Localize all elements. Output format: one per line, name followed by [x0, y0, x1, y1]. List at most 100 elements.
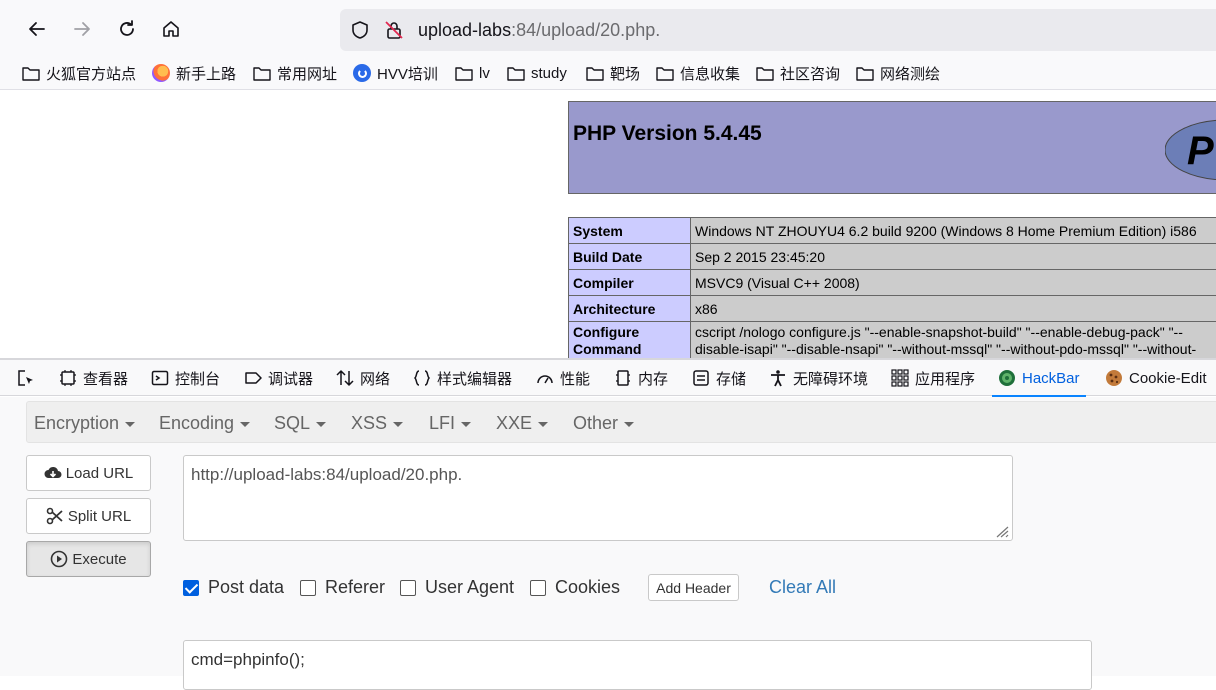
devtools-tabbar: 查看器 控制台 调试器 网络 样式编辑器 性能 内存 存储 无障碍环境 应用程序…: [0, 358, 1216, 396]
table-row: Architecture x86: [569, 296, 1216, 322]
post-data-textarea[interactable]: cmd=phpinfo();: [183, 640, 1092, 690]
bookmark-label: 新手上路: [176, 63, 236, 84]
performance-icon: [536, 369, 554, 387]
load-url-button[interactable]: Load URL: [26, 455, 151, 491]
menu-encoding[interactable]: Encoding: [159, 413, 250, 434]
menu-xxe[interactable]: XXE: [496, 413, 548, 434]
bookmark-item[interactable]: 网络测绘: [856, 63, 940, 83]
tab-label: 查看器: [83, 368, 128, 389]
bookmark-item[interactable]: 靶场: [586, 63, 640, 83]
referer-checkbox[interactable]: [300, 580, 316, 596]
caret-down-icon: [624, 422, 634, 427]
caret-down-icon: [125, 422, 135, 427]
style-editor-icon: [413, 369, 431, 387]
split-url-button[interactable]: Split URL: [26, 498, 151, 534]
folder-icon: [856, 66, 874, 81]
tab-label: 存储: [716, 368, 746, 389]
tab-memory[interactable]: 内存: [614, 360, 668, 396]
svg-text:P: P: [1187, 129, 1214, 173]
tab-accessibility[interactable]: 无障碍环境: [769, 360, 868, 396]
tab-cookie-editor[interactable]: Cookie-Edit: [1105, 360, 1207, 396]
folder-icon: [586, 66, 604, 81]
pick-element-button[interactable]: [17, 360, 41, 396]
add-header-button[interactable]: Add Header: [648, 574, 739, 601]
url-text[interactable]: upload-labs:84/upload/20.php.: [418, 20, 660, 41]
url-textarea[interactable]: http://upload-labs:84/upload/20.php.: [183, 455, 1013, 541]
execute-button[interactable]: Execute: [26, 541, 151, 577]
option-label: User Agent: [425, 577, 514, 598]
bookmark-item[interactable]: study: [507, 63, 567, 83]
tab-storage[interactable]: 存储: [692, 360, 746, 396]
resize-grip-icon[interactable]: [995, 526, 1009, 538]
table-key: Build Date: [569, 244, 691, 270]
reload-icon: [117, 19, 137, 39]
option-label: Cookies: [555, 577, 620, 598]
menu-label: LFI: [429, 413, 455, 433]
phpinfo-header: PHP Version 5.4.45 P: [568, 101, 1216, 194]
application-icon: [891, 369, 909, 387]
referer-option[interactable]: Referer: [300, 577, 385, 598]
user-agent-checkbox[interactable]: [400, 580, 416, 596]
tab-hackbar[interactable]: HackBar: [998, 360, 1080, 396]
caret-down-icon: [461, 422, 471, 427]
tab-label: 应用程序: [915, 368, 975, 389]
home-button[interactable]: [156, 14, 186, 44]
url-path: :84/upload/20.php.: [511, 20, 660, 40]
user-agent-option[interactable]: User Agent: [400, 577, 514, 598]
cookies-checkbox[interactable]: [530, 580, 546, 596]
bookmark-label: lv: [479, 65, 490, 82]
tab-label: 性能: [560, 368, 590, 389]
clear-all-link[interactable]: Clear All: [769, 577, 836, 598]
table-row: Compiler MSVC9 (Visual C++ 2008): [569, 270, 1216, 296]
tab-label: 调试器: [268, 368, 313, 389]
tab-label: HackBar: [1022, 370, 1080, 387]
table-key: System: [569, 218, 691, 244]
shield-icon[interactable]: [350, 20, 370, 40]
bookmark-item[interactable]: 火狐官方站点: [22, 63, 136, 83]
tab-performance[interactable]: 性能: [536, 360, 590, 396]
option-label: Referer: [325, 577, 385, 598]
cookies-option[interactable]: Cookies: [530, 577, 620, 598]
bookmark-item[interactable]: 信息收集: [656, 63, 740, 83]
url-host: upload-labs: [418, 20, 511, 40]
tab-inspector[interactable]: 查看器: [59, 360, 128, 396]
tab-console[interactable]: 控制台: [151, 360, 220, 396]
post-data-option[interactable]: Post data: [183, 577, 284, 598]
bookmark-item[interactable]: 新手上路: [152, 63, 236, 83]
reload-button[interactable]: [112, 14, 142, 44]
menu-label: XSS: [351, 413, 387, 433]
back-button[interactable]: [22, 14, 52, 44]
menu-label: SQL: [274, 413, 310, 433]
forward-button[interactable]: [67, 14, 97, 44]
bookmark-item[interactable]: HVV培训: [353, 63, 438, 83]
tab-style-editor[interactable]: 样式编辑器: [413, 360, 512, 396]
table-key: Architecture: [569, 296, 691, 322]
bookmark-label: study: [531, 65, 567, 82]
bookmark-item[interactable]: 常用网址: [253, 63, 337, 83]
table-value: Sep 2 2015 23:45:20: [691, 244, 1216, 270]
tab-debugger[interactable]: 调试器: [244, 360, 313, 396]
tab-network[interactable]: 网络: [336, 360, 390, 396]
page-title: PHP Version 5.4.45: [573, 122, 762, 146]
menu-xss[interactable]: XSS: [351, 413, 403, 434]
table-value: Windows NT ZHOUYU4 6.2 build 9200 (Windo…: [691, 218, 1216, 244]
scissors-icon: [46, 507, 64, 525]
home-icon: [161, 19, 181, 39]
bookmark-item[interactable]: 社区咨询: [756, 63, 840, 83]
menu-encryption[interactable]: Encryption: [34, 413, 135, 434]
bookmark-label: 网络测绘: [880, 63, 940, 84]
address-bar[interactable]: upload-labs:84/upload/20.php.: [340, 9, 1216, 51]
button-label: Execute: [72, 551, 126, 568]
menu-other[interactable]: Other: [573, 413, 634, 434]
post-data-checkbox[interactable]: [183, 580, 199, 596]
bookmark-item[interactable]: lv: [455, 63, 490, 83]
menu-sql[interactable]: SQL: [274, 413, 326, 434]
button-label: Load URL: [66, 465, 134, 482]
table-value: x86: [691, 296, 1216, 322]
menu-lfi[interactable]: LFI: [429, 413, 471, 434]
insecure-lock-icon[interactable]: [384, 20, 404, 40]
tab-application[interactable]: 应用程序: [891, 360, 975, 396]
table-row: Configure Command cscript /nologo config…: [569, 322, 1216, 359]
folder-icon: [656, 66, 674, 81]
table-value: MSVC9 (Visual C++ 2008): [691, 270, 1216, 296]
